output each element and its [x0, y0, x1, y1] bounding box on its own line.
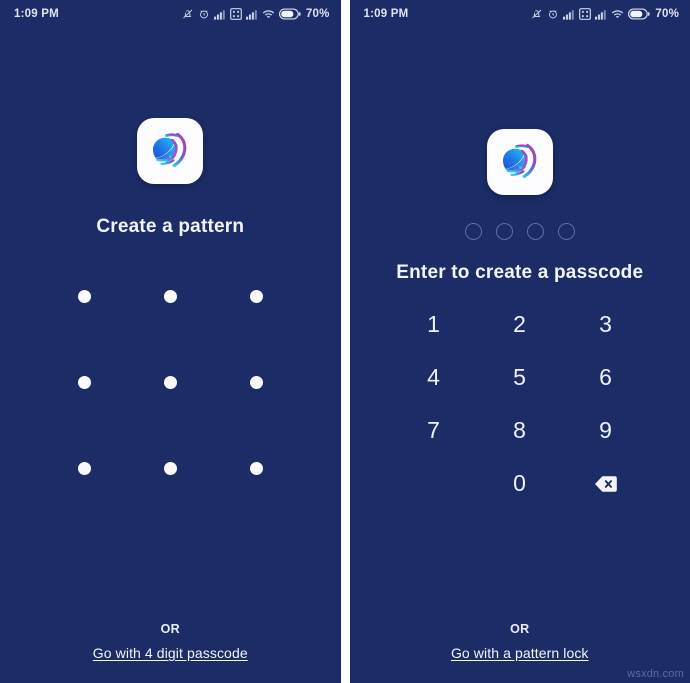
- pattern-dot-8[interactable]: [163, 461, 177, 475]
- passcode-dot-1: [464, 223, 482, 240]
- pattern-content: Create a pattern OR Go with 4 digit pass…: [0, 28, 341, 683]
- passcode-dot-4: [557, 223, 575, 240]
- numeric-keypad: 1 2 3 4 5 6 7 8 9 0: [391, 298, 649, 510]
- passcode-indicator: [464, 223, 575, 240]
- key-9[interactable]: 9: [563, 404, 649, 457]
- alarm-icon: [198, 8, 210, 20]
- passcode-content: Enter to create a passcode 1 2 3 4 5 6 7…: [350, 28, 690, 683]
- status-bar-icons: 70%: [182, 8, 330, 20]
- key-blank: [391, 457, 477, 510]
- pattern-dot-4[interactable]: [77, 375, 91, 389]
- status-bar-icons: 70%: [531, 8, 679, 20]
- key-2[interactable]: 2: [477, 298, 563, 351]
- signal-bars-icon: [245, 9, 258, 20]
- page-title: Create a pattern: [96, 216, 245, 237]
- pattern-lock-grid[interactable]: [41, 253, 299, 511]
- phone-screen-pattern: 1:09 PM 70% Create a pattern OR Go with …: [0, 0, 341, 683]
- pattern-dot-2[interactable]: [163, 289, 177, 303]
- key-7[interactable]: 7: [391, 404, 477, 457]
- status-bar-time: 1:09 PM: [363, 8, 409, 20]
- signal-bars-icon: [595, 9, 607, 20]
- key-1[interactable]: 1: [391, 298, 477, 351]
- sim-card-icon: [229, 8, 242, 20]
- pattern-dot-6[interactable]: [249, 375, 263, 389]
- or-divider-label: OR: [510, 622, 530, 636]
- key-8[interactable]: 8: [477, 404, 563, 457]
- battery-percent-label: 70%: [305, 8, 330, 20]
- watermark-label: wsxdn.com: [627, 668, 684, 680]
- sim-card-icon: [579, 8, 592, 20]
- pattern-dot-1[interactable]: [77, 289, 91, 303]
- pattern-dot-3[interactable]: [249, 289, 263, 303]
- battery-icon: [628, 8, 650, 20]
- wifi-icon: [611, 9, 624, 20]
- pattern-dot-5[interactable]: [163, 375, 177, 389]
- mute-icon: [182, 8, 194, 20]
- passcode-dot-3: [526, 223, 544, 240]
- switch-to-passcode-link[interactable]: Go with 4 digit passcode: [93, 645, 248, 661]
- app-logo-icon: [486, 129, 553, 195]
- battery-icon: [278, 8, 301, 20]
- key-3[interactable]: 3: [563, 298, 649, 351]
- wifi-icon: [262, 9, 275, 20]
- app-logo-icon: [137, 118, 204, 184]
- status-bar-right: 1:09 PM 70%: [350, 0, 690, 28]
- page-title: Enter to create a passcode: [396, 262, 644, 283]
- status-bar-left: 1:09 PM 70%: [0, 0, 341, 28]
- battery-percent-label: 70%: [655, 8, 679, 20]
- key-6[interactable]: 6: [563, 351, 649, 404]
- alarm-icon: [547, 8, 559, 20]
- signal-bars-icon: [213, 9, 226, 20]
- pattern-dot-9[interactable]: [249, 461, 263, 475]
- mute-icon: [531, 8, 543, 20]
- passcode-bottom-area: OR Go with a pattern lock: [350, 622, 690, 661]
- screenshot-canvas: 1:09 PM 70% Create a pattern OR Go with …: [0, 0, 690, 683]
- switch-to-pattern-link[interactable]: Go with a pattern lock: [451, 645, 589, 661]
- passcode-dot-2: [495, 223, 513, 240]
- signal-bars-icon: [563, 9, 575, 20]
- key-5[interactable]: 5: [477, 351, 563, 404]
- status-bar-time: 1:09 PM: [14, 8, 59, 20]
- backspace-icon[interactable]: [563, 457, 649, 510]
- or-divider-label: OR: [160, 622, 180, 636]
- key-0[interactable]: 0: [477, 457, 563, 510]
- pattern-dot-7[interactable]: [77, 461, 91, 475]
- key-4[interactable]: 4: [391, 351, 477, 404]
- phone-screen-passcode: 1:09 PM 70% Enter to create a passcode 1…: [349, 0, 690, 683]
- pattern-bottom-area: OR Go with 4 digit passcode: [0, 622, 341, 661]
